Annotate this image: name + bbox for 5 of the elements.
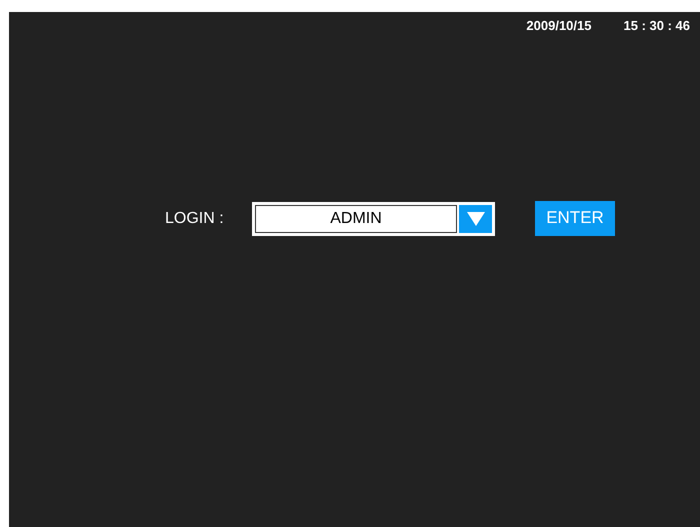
time-text: 15 : 30 : 46 xyxy=(624,18,690,33)
user-dropdown[interactable]: ADMIN xyxy=(252,202,495,236)
dropdown-arrow-icon xyxy=(466,211,486,227)
login-label: LOGIN : xyxy=(165,210,225,228)
date-text: 2009/10/15 xyxy=(526,18,592,33)
